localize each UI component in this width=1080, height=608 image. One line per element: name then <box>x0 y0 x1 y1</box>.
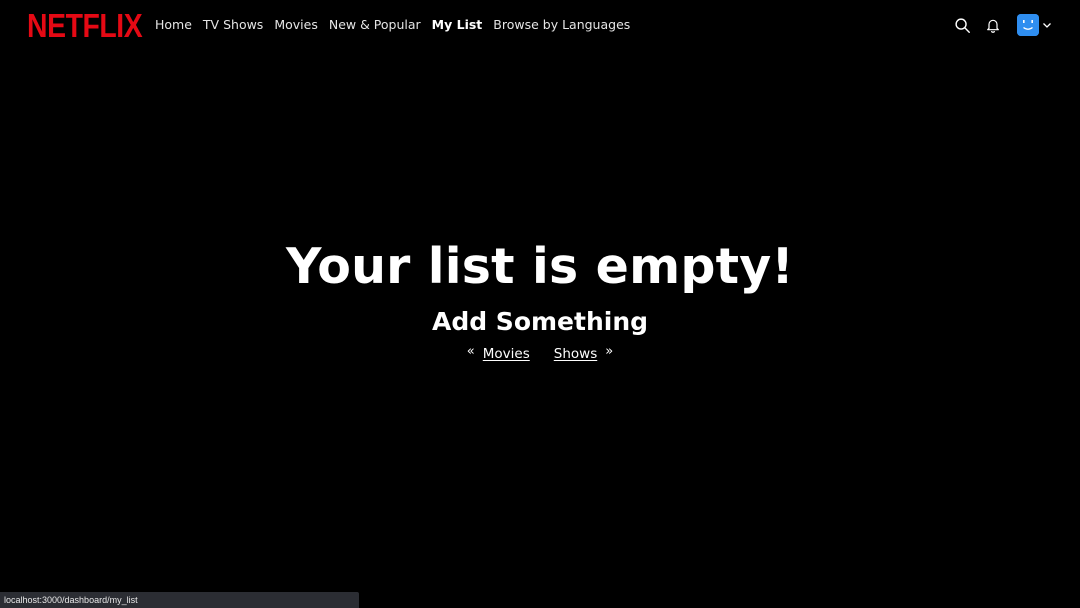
page: NETFLIX Home TV Shows Movies New & Popul… <box>0 0 1080 608</box>
movies-link[interactable]: « Movies <box>466 344 530 363</box>
netflix-logo[interactable]: NETFLIX <box>27 9 143 43</box>
status-bar-url: localhost:3000/dashboard/my_list <box>0 592 359 608</box>
profile-menu[interactable] <box>1017 14 1052 36</box>
nav-item-tv-shows[interactable]: TV Shows <box>203 17 263 32</box>
empty-list-title: Your list is empty! <box>286 238 794 295</box>
search-icon <box>954 17 970 33</box>
nav-item-home[interactable]: Home <box>155 17 192 32</box>
primary-nav: Home TV Shows Movies New & Popular My Li… <box>155 17 630 32</box>
shows-link-label[interactable]: Shows <box>554 346 597 362</box>
chevron-down-icon[interactable] <box>1042 20 1052 30</box>
double-chevron-left-icon: « <box>466 344 475 359</box>
browse-links: « Movies Shows » <box>0 344 1080 363</box>
avatar[interactable] <box>1017 14 1039 36</box>
top-navbar: NETFLIX Home TV Shows Movies New & Popul… <box>0 0 1080 52</box>
header-actions <box>950 13 1052 37</box>
add-something-subtitle: Add Something <box>431 307 649 336</box>
empty-list-state: Your list is empty! Add Something « Movi… <box>0 234 1080 362</box>
notifications-button[interactable] <box>981 13 1005 37</box>
nav-item-movies[interactable]: Movies <box>274 17 318 32</box>
nav-item-browse-by-languages[interactable]: Browse by Languages <box>493 17 630 32</box>
bell-icon <box>987 19 999 33</box>
shows-link[interactable]: Shows » <box>554 344 614 363</box>
nav-item-new-popular[interactable]: New & Popular <box>329 17 421 32</box>
nav-item-my-list[interactable]: My List <box>432 17 483 32</box>
search-button[interactable] <box>950 13 974 37</box>
movies-link-label[interactable]: Movies <box>483 346 530 362</box>
double-chevron-right-icon: » <box>605 344 614 359</box>
smiley-avatar-icon <box>1017 14 1039 36</box>
